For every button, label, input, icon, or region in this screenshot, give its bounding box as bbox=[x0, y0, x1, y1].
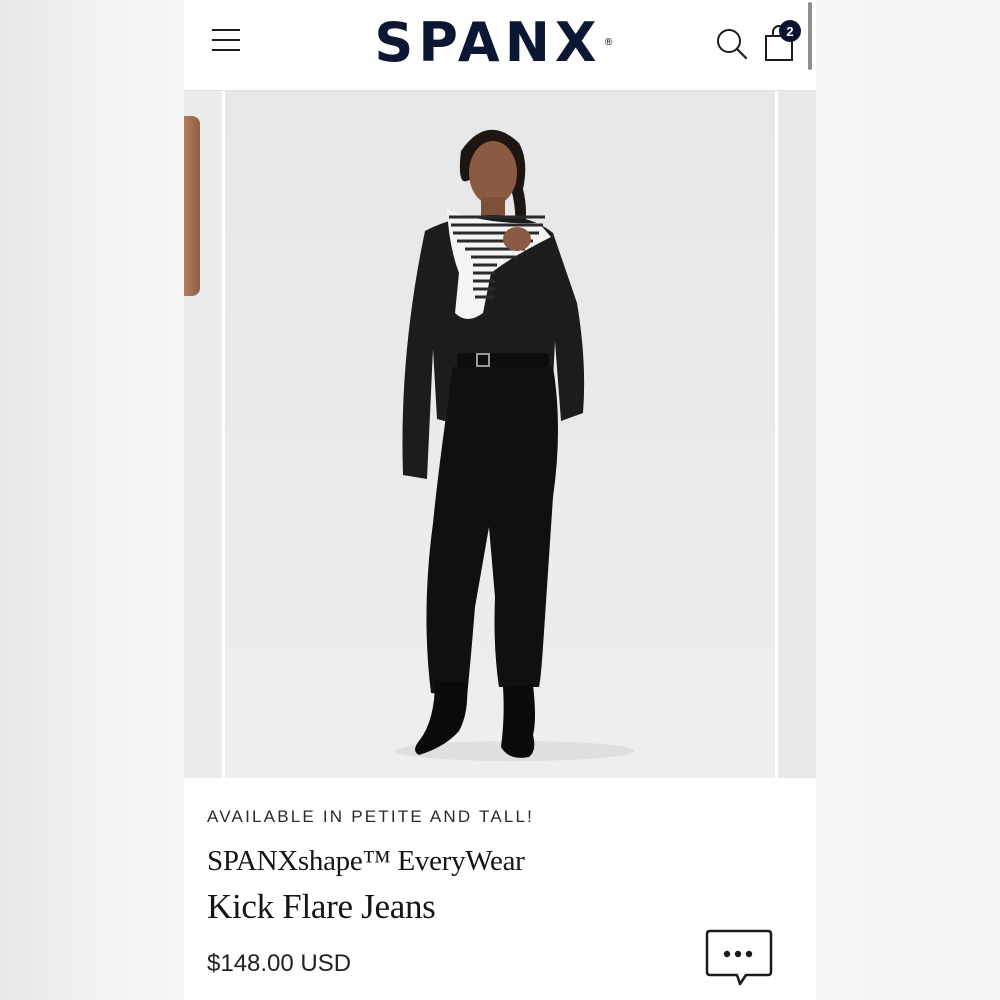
search-icon[interactable] bbox=[714, 26, 750, 62]
product-collection: SPANXshape™ EveryWear bbox=[207, 845, 525, 877]
mobile-viewport: SPANX ® 2 AVAILABLE IN PETITE AND TALL! … bbox=[184, 0, 816, 1000]
spanx-logo[interactable]: SPANX ® bbox=[354, 9, 634, 75]
page-scrollbar[interactable] bbox=[808, 2, 812, 70]
model-photo bbox=[395, 129, 635, 761]
previous-slide-image bbox=[184, 116, 200, 296]
site-header: SPANX ® 2 bbox=[184, 0, 816, 91]
hamburger-menu-icon[interactable] bbox=[210, 26, 242, 54]
cart-button[interactable]: 2 bbox=[761, 20, 801, 64]
registered-mark: ® bbox=[603, 36, 614, 48]
cart-count-badge: 2 bbox=[779, 20, 801, 42]
product-title: Kick Flare Jeans bbox=[207, 887, 436, 926]
product-price: $148.00 USD bbox=[207, 950, 352, 977]
previous-slide-peek[interactable] bbox=[184, 91, 222, 778]
availability-note: AVAILABLE IN PETITE AND TALL! bbox=[207, 807, 535, 826]
logo-text: SPANX bbox=[374, 10, 602, 74]
next-slide-peek[interactable] bbox=[778, 91, 816, 778]
product-image-carousel[interactable] bbox=[184, 91, 816, 778]
product-image-main[interactable] bbox=[225, 91, 775, 778]
chat-bubble-icon[interactable] bbox=[704, 928, 774, 986]
